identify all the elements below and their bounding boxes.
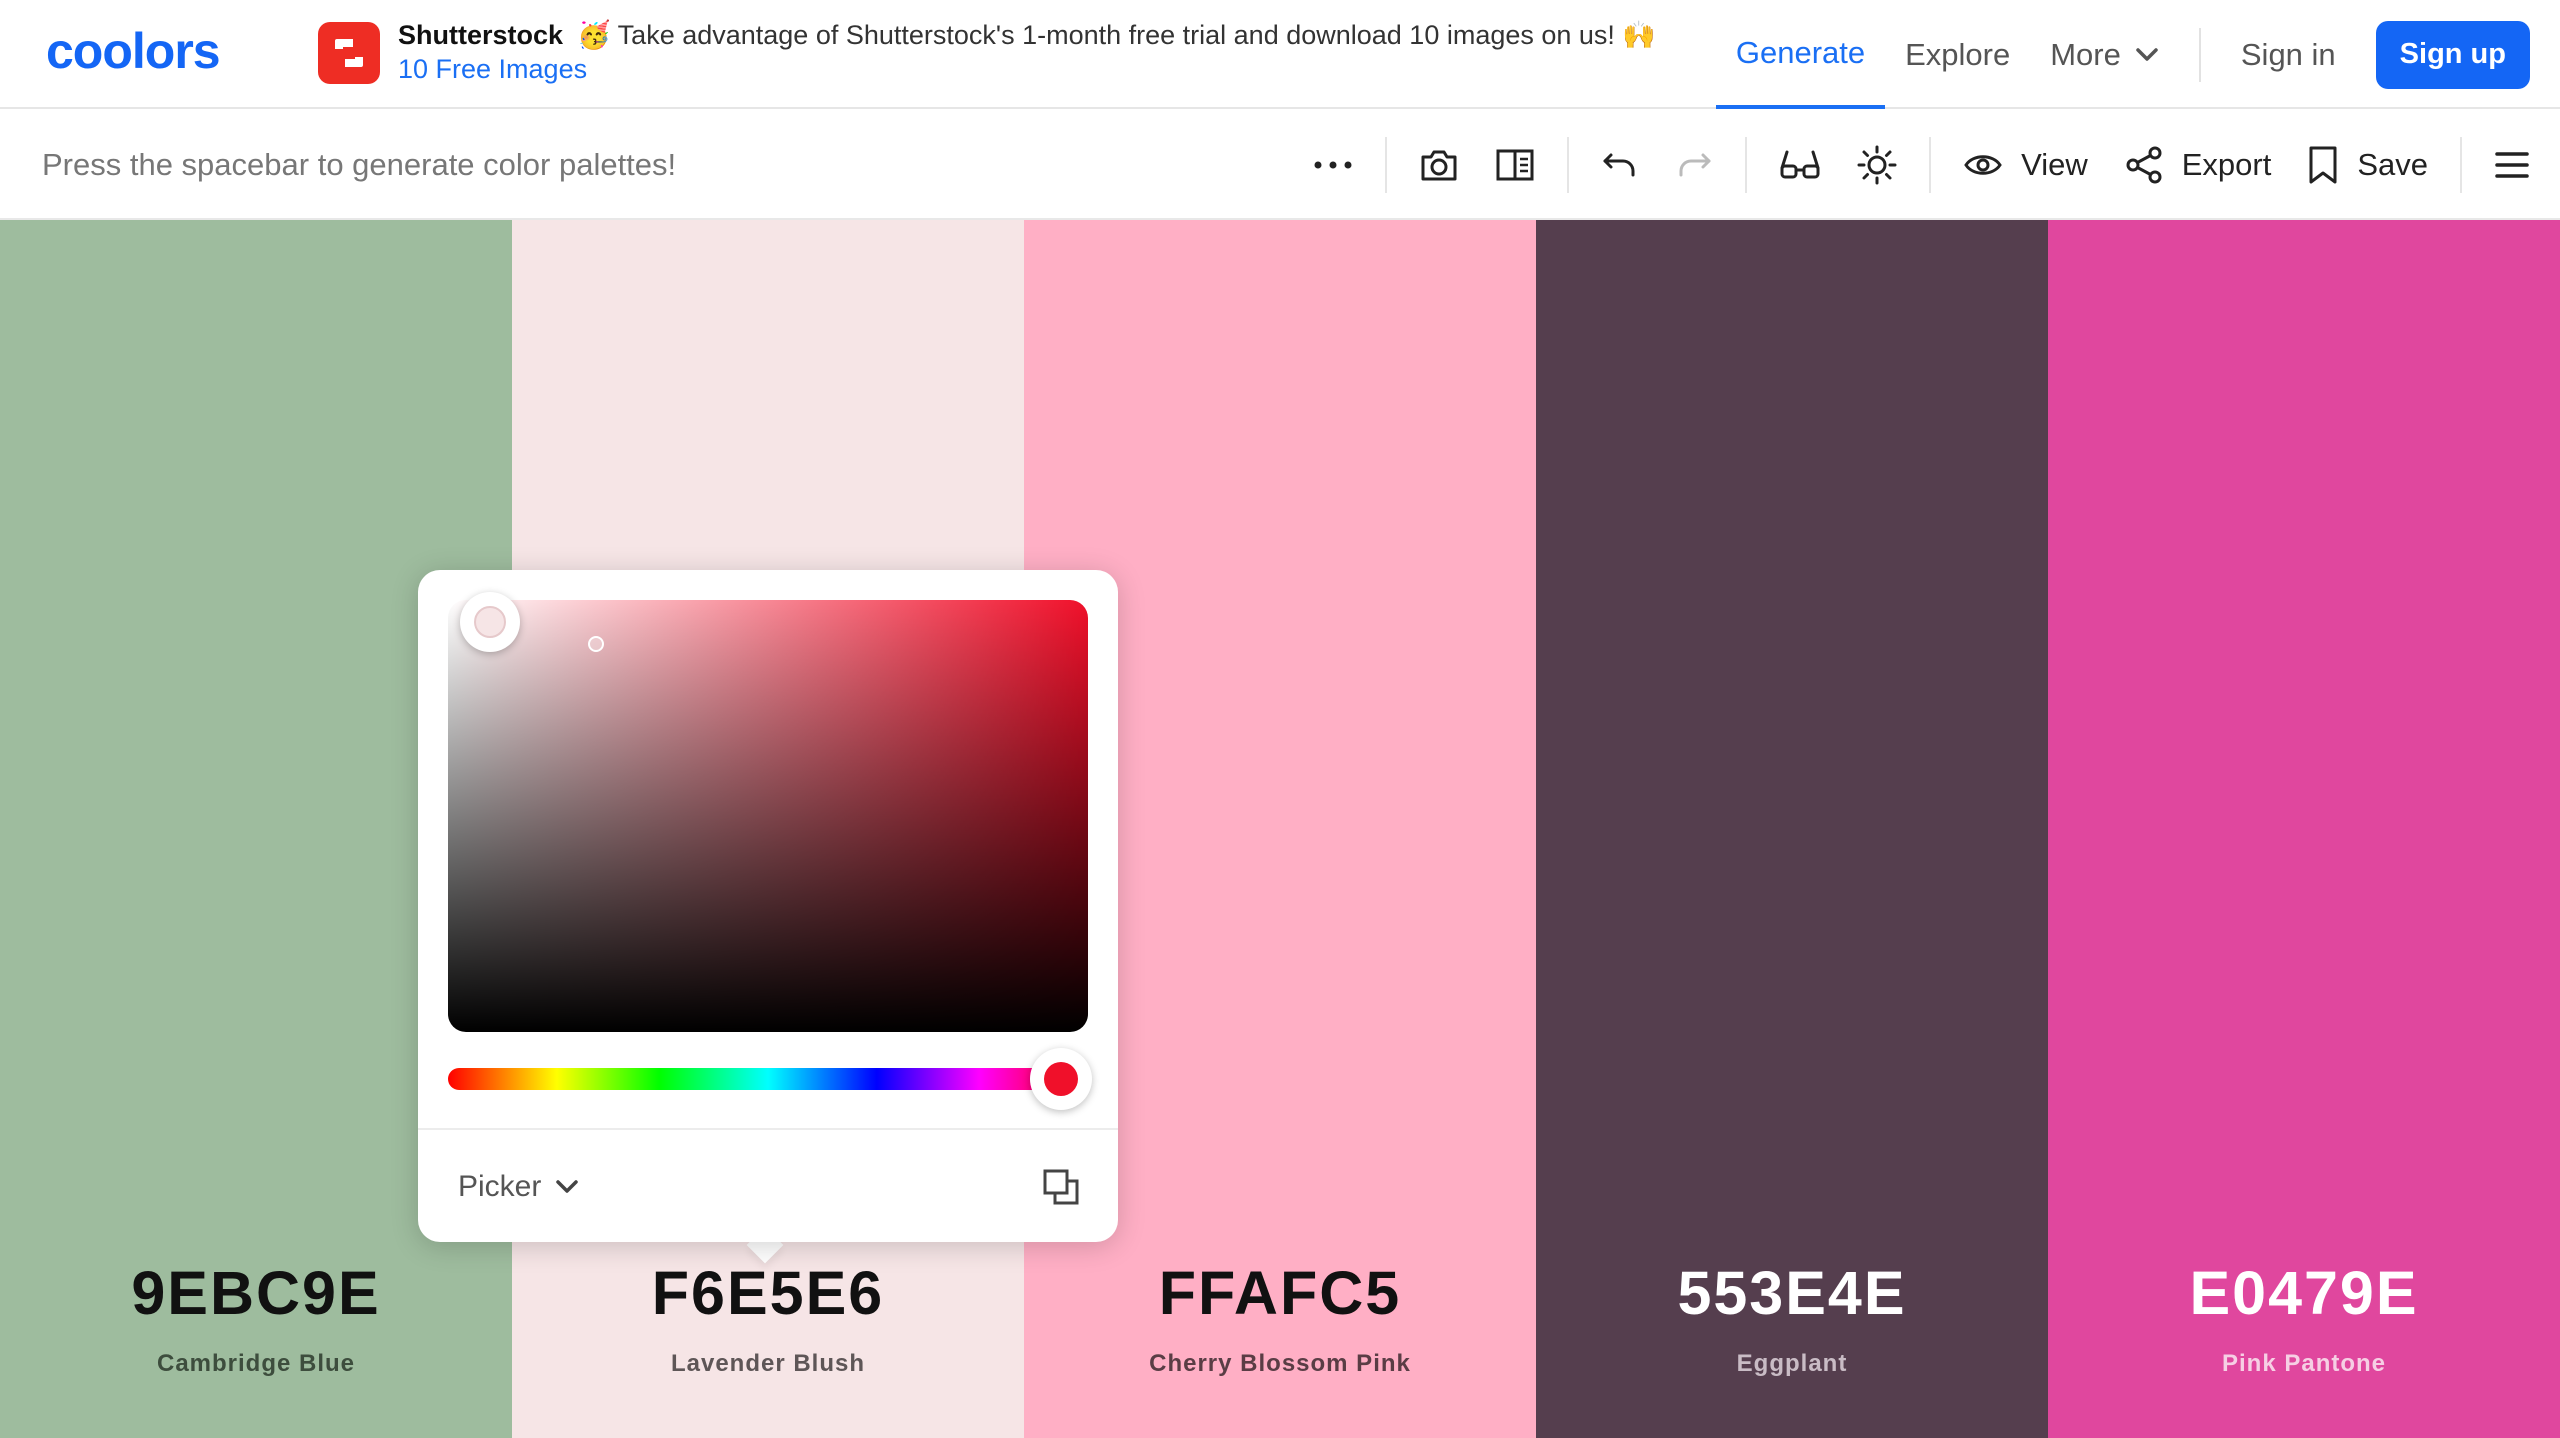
toolbar-actions: View Export Save [1295, 109, 2560, 220]
swatch-hex[interactable]: E0479E [2048, 1258, 2560, 1328]
ad-message: Shutterstock 🥳 Take advantage of Shutters… [398, 19, 1656, 53]
bookmark-icon [2309, 146, 2337, 183]
sign-in-link[interactable]: Sign in [2221, 0, 2356, 109]
nav-more-label: More [2050, 36, 2121, 72]
save-label: Save [2357, 146, 2428, 182]
more-icon [1314, 161, 1352, 168]
swatch-hex[interactable]: 553E4E [1536, 1258, 2048, 1328]
share-icon [2126, 146, 2162, 183]
adjust-palette-button[interactable] [1839, 109, 1915, 220]
coolors-logo[interactable]: coolors [46, 26, 270, 78]
color-picker-popup: Picker [418, 570, 1118, 1242]
logo-text: coolors [46, 26, 220, 78]
redo-icon [1679, 153, 1711, 176]
picker-mode-label: Picker [458, 1170, 542, 1203]
eye-icon [1964, 154, 2002, 175]
toolbar-divider [1567, 136, 1570, 193]
swatch-name: Pink Pantone [2221, 1350, 2387, 1377]
panel-icon [1496, 149, 1534, 180]
chevron-down-icon [556, 1180, 579, 1193]
nav-more[interactable]: More [2030, 0, 2179, 109]
selected-color-preview [474, 606, 506, 638]
more-options-button[interactable] [1295, 109, 1371, 220]
swatch-name: Cambridge Blue [156, 1350, 356, 1377]
toolbar-divider [2460, 136, 2462, 193]
main-menu-button[interactable] [2476, 109, 2560, 220]
export-label: Export [2181, 146, 2272, 182]
nav-explore[interactable]: Explore [1885, 0, 2030, 109]
nav-generate[interactable]: Generate [1715, 0, 1886, 109]
view-button[interactable]: View [1945, 109, 2106, 220]
undo-icon [1603, 153, 1635, 176]
sv-secondary-marker [588, 636, 604, 652]
side-panel-button[interactable] [1477, 109, 1553, 220]
sun-icon [1857, 145, 1897, 184]
saturation-value-handle[interactable] [460, 592, 520, 652]
picker-mode-select[interactable]: Picker [458, 1130, 579, 1244]
swatch-5[interactable]: E0479E Pink Pantone [2048, 220, 2560, 1438]
redo-button[interactable] [1657, 109, 1731, 220]
undo-button[interactable] [1583, 109, 1657, 220]
ad-message-text: 🥳 Take advantage of Shutterstock's 1-mon… [577, 20, 1657, 51]
color-blindness-button[interactable] [1761, 109, 1839, 220]
picker-footer: Picker [418, 1128, 1118, 1242]
chevron-down-icon [2136, 47, 2158, 61]
sponsor-banner[interactable]: Shutterstock 🥳 Take advantage of Shutters… [318, 20, 1656, 86]
swatch-4[interactable]: 553E4E Eggplant [1536, 220, 2048, 1438]
toolbar-divider [1929, 136, 1932, 193]
nav-divider [2198, 27, 2201, 82]
swatch-hex[interactable]: F6E5E6 [512, 1258, 1024, 1328]
saturation-value-area[interactable] [448, 600, 1088, 1032]
export-button[interactable]: Export [2106, 109, 2290, 220]
view-label: View [2021, 146, 2088, 182]
hue-slider[interactable] [448, 1068, 1088, 1090]
copy-icon [1043, 1169, 1079, 1205]
nav-links: Generate Explore More Sign in Sign up [1715, 0, 2560, 109]
swatch-hex[interactable]: 9EBC9E [0, 1258, 512, 1328]
hue-preview [1044, 1062, 1078, 1096]
sign-up-button[interactable]: Sign up [2375, 20, 2530, 89]
hamburger-icon [2495, 151, 2529, 178]
top-navigation: coolors Shutterstock 🥳 Take advantage of … [0, 0, 2560, 109]
palette-toolbar: Press the spacebar to generate color pal… [0, 109, 2560, 220]
swatch-name: Cherry Blossom Pink [1149, 1350, 1411, 1377]
camera-icon [1421, 150, 1457, 180]
ad-brand: Shutterstock [398, 20, 564, 51]
ad-link[interactable]: 10 Free Images [398, 53, 1656, 87]
swatch-hex[interactable]: FFAFC5 [1024, 1258, 1536, 1328]
save-button[interactable]: Save [2289, 109, 2446, 220]
hue-slider-handle[interactable] [1030, 1048, 1092, 1110]
swatch-name: Eggplant [1736, 1350, 1848, 1377]
shutterstock-logo-icon [318, 22, 380, 84]
copy-color-button[interactable] [1042, 1168, 1080, 1211]
swatch-name: Lavender Blush [670, 1350, 866, 1377]
glasses-icon [1780, 150, 1820, 178]
spacebar-hint: Press the spacebar to generate color pal… [42, 146, 677, 182]
toolbar-divider [1385, 136, 1388, 193]
image-palette-button[interactable] [1401, 109, 1477, 220]
toolbar-divider [1745, 136, 1748, 193]
color-palette: 9EBC9E Cambridge Blue F6E5E6 Lavender Bl… [0, 220, 2560, 1438]
